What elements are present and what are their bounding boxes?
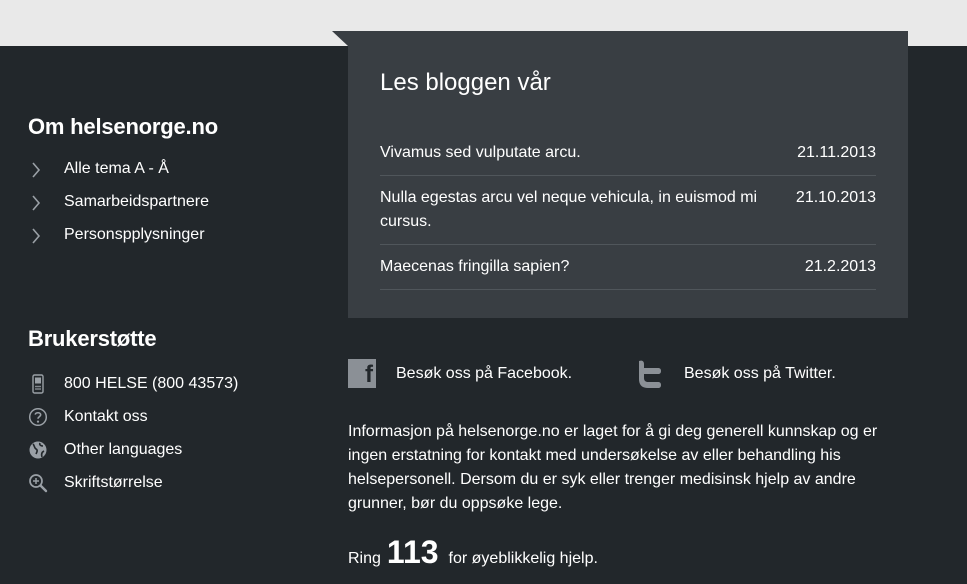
blog-post-date: 21.10.2013 [795,189,876,206]
about-link-label: Alle tema A - Å [64,160,169,177]
about-link-partners[interactable]: Samarbeidspartnere [28,193,328,226]
about-links: Alle tema A - Å Samarbeidspartnere Perso… [28,160,328,259]
about-link-label: Samarbeidspartnere [64,193,209,210]
blog-panel: Les bloggen vår Vivamus sed vulputate ar… [348,31,908,318]
facebook-link[interactable]: f Besøk oss på Facebook. [348,359,572,388]
globe-icon [29,441,47,459]
support-languages[interactable]: Other languages [28,440,238,473]
about-title: Om helsenorge.no [28,114,218,139]
support-label: 800 HELSE (800 43573) [64,375,239,392]
about-link-privacy[interactable]: Personspplysninger [28,226,328,259]
blog-title: Les bloggen vår [380,69,551,96]
blog-post-date: 21.2.2013 [804,258,876,275]
emergency-line: Ring 113 for øyeblikkelig hjelp. [348,534,598,571]
blog-panel-notch [332,31,348,46]
emergency-suffix: for øyeblikkelig hjelp. [448,550,598,567]
facebook-label: Besøk oss på Facebook. [396,364,573,382]
support-font-size[interactable]: Skriftstørrelse [28,473,238,506]
facebook-icon: f [348,359,376,388]
emergency-number[interactable]: 113 [387,534,439,571]
blog-post-date: 21.11.2013 [797,144,876,161]
support-contact[interactable]: Kontakt oss [28,407,238,440]
support-label: Kontakt oss [64,408,148,425]
emergency-prefix: Ring [348,550,381,567]
about-section: Om helsenorge.no Alle tema A - Å Samarbe… [28,114,328,259]
twitter-link[interactable]: Besøk oss på Twitter. [636,359,836,389]
blog-post-list: Vivamus sed vulputate arcu. 21.11.2013 N… [380,131,876,290]
support-label: Other languages [64,441,183,458]
twitter-label: Besøk oss på Twitter. [684,365,836,382]
phone-icon [32,374,44,394]
blog-post-title[interactable]: Nulla egestas arcu vel neque vehicula, i… [380,186,770,234]
about-link-themes[interactable]: Alle tema A - Å [28,160,328,193]
support-label: Skriftstørrelse [64,474,163,491]
about-link-label: Personspplysninger [64,226,205,243]
support-title: Brukerstøtte [28,326,157,351]
blog-post[interactable]: Vivamus sed vulputate arcu. 21.11.2013 [380,131,876,176]
blog-post-title[interactable]: Maecenas fringilla sapien? [380,255,770,279]
question-icon [28,407,48,427]
blog-post[interactable]: Nulla egestas arcu vel neque vehicula, i… [380,176,876,245]
chevron-right-icon [32,195,41,211]
support-phone[interactable]: 800 HELSE (800 43573) [28,374,238,407]
blog-post-title[interactable]: Vivamus sed vulputate arcu. [380,141,770,165]
disclaimer-text: Informasjon på helsenorge.no er laget fo… [348,423,878,512]
blog-post[interactable]: Maecenas fringilla sapien? 21.2.2013 [380,245,876,290]
chevron-right-icon [32,162,41,178]
zoom-icon [29,474,48,493]
chevron-right-icon [32,228,41,244]
twitter-icon [639,360,661,388]
support-links: 800 HELSE (800 43573) Kontakt oss Other … [28,374,238,506]
